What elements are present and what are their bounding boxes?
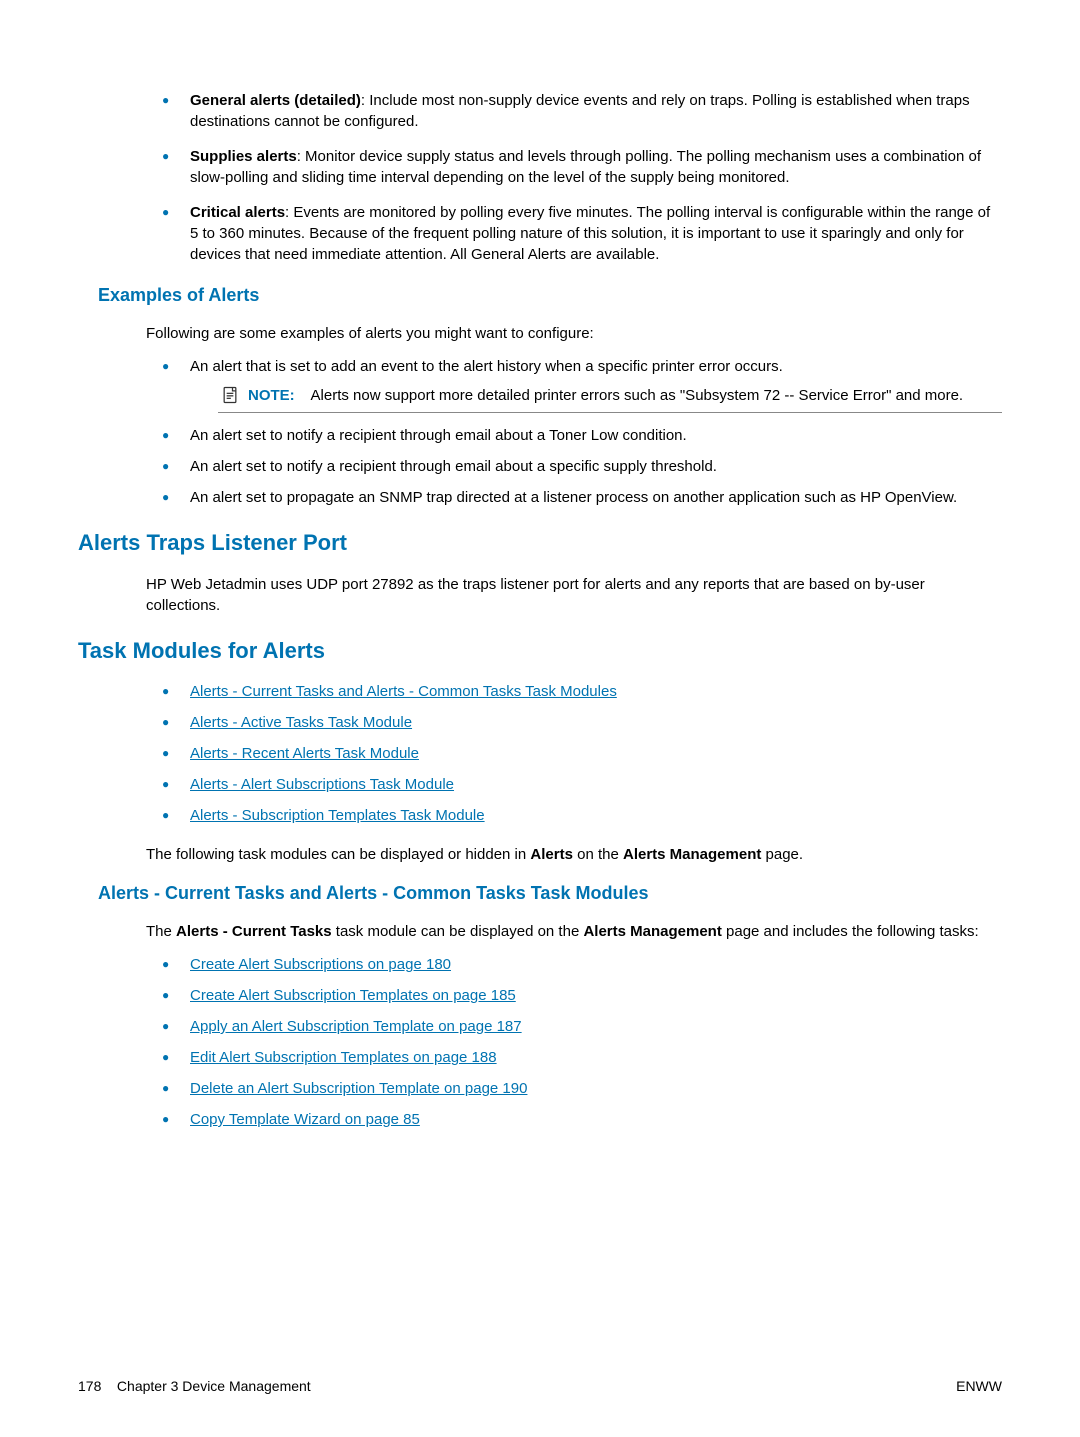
text-run: on the	[573, 846, 623, 863]
list-item: Alerts - Current Tasks and Alerts - Comm…	[162, 681, 1002, 702]
text-bold: Alerts Management	[583, 923, 721, 940]
note-text: Alerts now support more detailed printer…	[311, 387, 964, 404]
task-link[interactable]: Apply an Alert Subscription Template on …	[190, 1018, 522, 1035]
list-item: An alert set to propagate an SNMP trap d…	[162, 487, 1002, 508]
note-icon	[220, 385, 240, 405]
list-item: Create Alert Subscriptions on page 180	[162, 954, 1002, 975]
text-run: The	[146, 923, 176, 940]
alert-type-desc: : Events are monitored by polling every …	[190, 204, 990, 263]
list-item: Edit Alert Subscription Templates on pag…	[162, 1047, 1002, 1068]
alert-type-name: Critical alerts	[190, 204, 285, 221]
text-bold: Alerts Management	[623, 846, 761, 863]
current-tasks-link-list: Create Alert Subscriptions on page 180 C…	[162, 954, 1002, 1130]
task-modules-summary: The following task modules can be displa…	[146, 844, 1002, 865]
alert-types-list: General alerts (detailed): Include most …	[162, 90, 1002, 265]
examples-intro: Following are some examples of alerts yo…	[146, 323, 1002, 344]
list-item: Supplies alerts: Monitor device supply s…	[162, 146, 1002, 188]
chapter-label: Chapter 3 Device Management	[117, 1378, 311, 1394]
list-item: Alerts - Active Tasks Task Module	[162, 712, 1002, 733]
text-run: page.	[761, 846, 803, 863]
alert-type-name: General alerts (detailed)	[190, 92, 361, 109]
examples-list: An alert that is set to add an event to …	[162, 356, 1002, 508]
listener-text: HP Web Jetadmin uses UDP port 27892 as t…	[146, 574, 1002, 616]
listener-heading: Alerts Traps Listener Port	[78, 528, 1002, 559]
list-item: Alerts - Subscription Templates Task Mod…	[162, 805, 1002, 826]
text-run: The following task modules can be displa…	[146, 846, 530, 863]
task-module-link[interactable]: Alerts - Current Tasks and Alerts - Comm…	[190, 683, 617, 700]
example-text: An alert set to propagate an SNMP trap d…	[190, 489, 957, 506]
list-item: Apply an Alert Subscription Template on …	[162, 1016, 1002, 1037]
list-item: An alert set to notify a recipient throu…	[162, 425, 1002, 446]
note-label: NOTE:	[248, 387, 295, 404]
example-text: An alert set to notify a recipient throu…	[190, 427, 687, 444]
list-item: An alert that is set to add an event to …	[162, 356, 1002, 413]
current-tasks-heading: Alerts - Current Tasks and Alerts - Comm…	[98, 881, 1002, 906]
list-item: Copy Template Wizard on page 85	[162, 1109, 1002, 1130]
text-run: page and includes the following tasks:	[722, 923, 979, 940]
text-run: task module can be displayed on the	[332, 923, 584, 940]
footer-left: 178 Chapter 3 Device Management	[78, 1377, 311, 1397]
task-module-link[interactable]: Alerts - Alert Subscriptions Task Module	[190, 776, 454, 793]
task-link[interactable]: Delete an Alert Subscription Template on…	[190, 1080, 527, 1097]
text-bold: Alerts	[530, 846, 573, 863]
task-link[interactable]: Copy Template Wizard on page 85	[190, 1111, 420, 1128]
note-inner: NOTE: Alerts now support more detailed p…	[220, 385, 1000, 406]
list-item: Delete an Alert Subscription Template on…	[162, 1078, 1002, 1099]
page-number: 178	[78, 1378, 101, 1394]
task-module-link[interactable]: Alerts - Subscription Templates Task Mod…	[190, 807, 485, 824]
footer-right: ENWW	[956, 1377, 1002, 1397]
list-item: Alerts - Recent Alerts Task Module	[162, 743, 1002, 764]
list-item: Critical alerts: Events are monitored by…	[162, 202, 1002, 265]
list-item: Alerts - Alert Subscriptions Task Module	[162, 774, 1002, 795]
note-box: NOTE: Alerts now support more detailed p…	[218, 383, 1002, 413]
alert-type-desc: : Monitor device supply status and level…	[190, 148, 981, 186]
task-link[interactable]: Create Alert Subscription Templates on p…	[190, 987, 516, 1004]
list-item: Create Alert Subscription Templates on p…	[162, 985, 1002, 1006]
text-bold: Alerts - Current Tasks	[176, 923, 332, 940]
example-text: An alert set to notify a recipient throu…	[190, 458, 717, 475]
current-tasks-intro: The Alerts - Current Tasks task module c…	[146, 921, 1002, 942]
task-module-link[interactable]: Alerts - Recent Alerts Task Module	[190, 745, 419, 762]
example-text: An alert that is set to add an event to …	[190, 358, 783, 375]
alert-type-name: Supplies alerts	[190, 148, 297, 165]
task-link[interactable]: Edit Alert Subscription Templates on pag…	[190, 1049, 497, 1066]
examples-heading: Examples of Alerts	[98, 283, 1002, 308]
task-module-link[interactable]: Alerts - Active Tasks Task Module	[190, 714, 412, 731]
task-modules-heading: Task Modules for Alerts	[78, 636, 1002, 667]
task-modules-link-list: Alerts - Current Tasks and Alerts - Comm…	[162, 681, 1002, 826]
page-footer: 178 Chapter 3 Device Management ENWW	[78, 1377, 1002, 1397]
list-item: General alerts (detailed): Include most …	[162, 90, 1002, 132]
page: General alerts (detailed): Include most …	[0, 0, 1080, 1437]
list-item: An alert set to notify a recipient throu…	[162, 456, 1002, 477]
task-link[interactable]: Create Alert Subscriptions on page 180	[190, 956, 451, 973]
